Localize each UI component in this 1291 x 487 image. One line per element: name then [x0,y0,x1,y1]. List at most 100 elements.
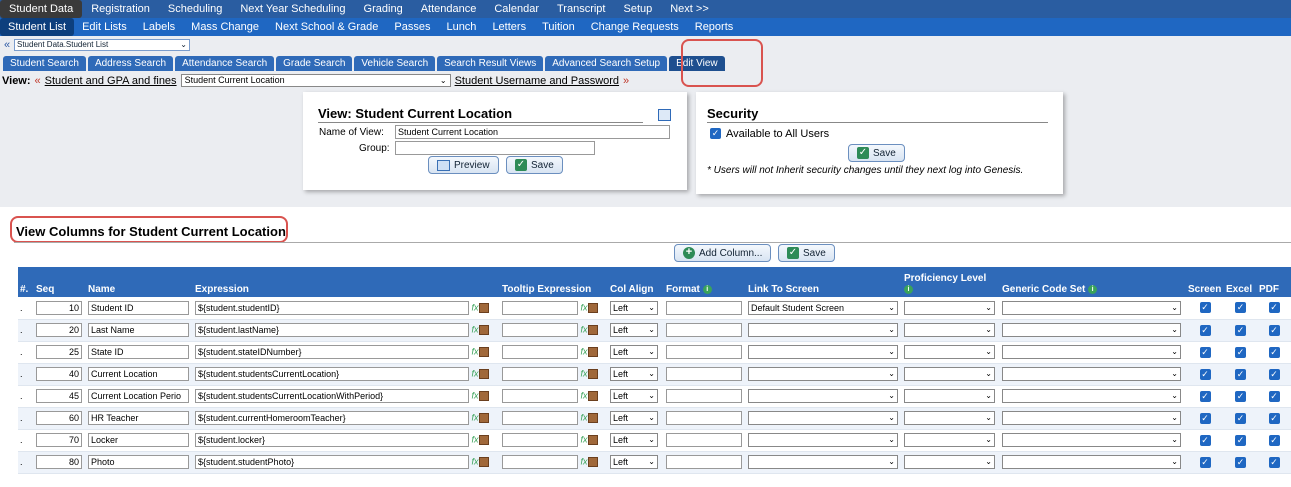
link-select[interactable]: ⌄ [748,345,898,359]
name-input[interactable]: Current Location Perio [88,389,189,403]
tab-advanced-search-setup[interactable]: Advanced Search Setup [545,56,668,71]
group-input[interactable] [395,141,595,155]
box-icon[interactable] [587,413,598,423]
box-icon[interactable] [478,391,489,401]
proficiency-select[interactable]: ⌄ [904,367,995,381]
info-icon[interactable]: i [702,284,712,294]
fx-icon[interactable]: fx [581,434,588,444]
box-icon[interactable] [587,457,598,467]
box-icon[interactable] [478,413,489,423]
expression-input[interactable]: ${student.lastName} [195,323,469,337]
fx-icon[interactable]: fx [472,390,479,400]
align-select[interactable]: Left ⌄ [610,300,658,315]
tab-search-result-views[interactable]: Search Result Views [437,56,544,71]
proficiency-select[interactable]: ⌄ [904,389,995,403]
proficiency-select[interactable]: ⌄ [904,300,995,315]
screen-checkbox[interactable]: ✓ [1199,346,1211,358]
nav-setup[interactable]: Setup [614,0,661,18]
format-input[interactable] [666,389,742,403]
proficiency-select[interactable]: ⌄ [904,455,995,469]
nav-transcript[interactable]: Transcript [548,0,615,18]
calendar-icon[interactable] [658,109,671,121]
screen-checkbox[interactable]: ✓ [1199,368,1211,380]
link-select[interactable]: ⌄ [748,455,898,469]
name-input[interactable]: Student ID [88,300,189,315]
available-checkbox[interactable]: ✓ [710,128,721,139]
generic-code-select[interactable]: ⌄ [1002,433,1181,447]
fx-icon[interactable]: fx [472,368,479,378]
format-input[interactable] [666,345,742,359]
align-select[interactable]: Left ⌄ [610,323,658,337]
prev-view-link[interactable]: Student and GPA and fines [45,75,177,87]
format-input[interactable] [666,367,742,381]
nav-next-year-scheduling[interactable]: Next Year Scheduling [231,0,354,18]
security-save-button[interactable]: ✓ Save [848,144,905,162]
box-icon[interactable] [587,391,598,401]
fx-icon[interactable]: fx [472,456,479,466]
box-icon[interactable] [478,369,489,379]
box-icon[interactable] [587,435,598,445]
seq-input[interactable]: 20 [36,323,82,337]
box-icon[interactable] [587,302,598,313]
fx-icon[interactable]: fx [581,412,588,422]
link-select[interactable]: ⌄ [748,433,898,447]
proficiency-select[interactable]: ⌄ [904,411,995,425]
box-icon[interactable] [478,325,489,335]
generic-code-select[interactable]: ⌄ [1002,455,1181,469]
proficiency-select[interactable]: ⌄ [904,345,995,359]
screen-checkbox[interactable]: ✓ [1199,324,1211,336]
generic-code-select[interactable]: ⌄ [1002,300,1181,315]
proficiency-select[interactable]: ⌄ [904,433,995,447]
box-icon[interactable] [478,302,489,313]
view-save-button[interactable]: ✓ Save [506,156,563,174]
info-icon[interactable]: i [904,284,913,294]
expression-input[interactable]: ${student.currentHomeroomTeacher} [195,411,469,425]
align-select[interactable]: Left ⌄ [610,411,658,425]
pdf-checkbox[interactable]: ✓ [1268,456,1280,468]
name-input[interactable]: Locker [88,433,189,447]
link-select[interactable]: ⌄ [748,367,898,381]
excel-checkbox[interactable]: ✓ [1235,302,1246,314]
view-select[interactable]: Student Current Location ⌄ [180,74,451,87]
expression-input[interactable]: ${student.studentID} [195,300,469,315]
subnav-next-school-grade[interactable]: Next School & Grade [267,18,386,36]
nav-student-data[interactable]: Student Data [0,0,83,18]
expression-input[interactable]: ${student.locker} [195,433,469,447]
excel-checkbox[interactable]: ✓ [1235,324,1246,336]
subnav-student-list[interactable]: Student List [0,18,75,36]
nav-attendance[interactable]: Attendance [412,0,486,18]
name-input[interactable]: State ID [88,345,189,359]
tooltip-input[interactable] [502,345,578,359]
excel-checkbox[interactable]: ✓ [1235,434,1246,446]
fx-icon[interactable]: fx [581,346,588,356]
proficiency-select[interactable]: ⌄ [904,323,995,337]
tab-grade-search[interactable]: Grade Search [276,56,353,71]
fx-icon[interactable]: fx [581,390,588,400]
screen-checkbox[interactable]: ✓ [1199,434,1211,446]
screen-select[interactable]: Student Data.Student List ⌄ [14,39,190,51]
subnav-reports[interactable]: Reports [687,18,742,36]
box-icon[interactable] [587,369,598,379]
align-select[interactable]: Left ⌄ [610,433,658,447]
fx-icon[interactable]: fx [472,324,479,334]
tooltip-input[interactable] [502,455,578,469]
screen-checkbox[interactable]: ✓ [1199,456,1211,468]
fx-icon[interactable]: fx [472,412,479,422]
generic-code-select[interactable]: ⌄ [1002,323,1181,337]
screen-checkbox[interactable]: ✓ [1199,390,1211,402]
subnav-letters[interactable]: Letters [484,18,534,36]
excel-checkbox[interactable]: ✓ [1235,412,1246,424]
align-select[interactable]: Left ⌄ [610,455,658,469]
align-select[interactable]: Left ⌄ [610,389,658,403]
pdf-checkbox[interactable]: ✓ [1268,390,1280,402]
link-select[interactable]: ⌄ [748,389,898,403]
nav-registration[interactable]: Registration [82,0,159,18]
fx-icon[interactable]: fx [472,302,479,312]
tooltip-input[interactable] [502,300,578,315]
format-input[interactable] [666,433,742,447]
align-select[interactable]: Left ⌄ [610,367,658,381]
subnav-labels[interactable]: Labels [135,18,183,36]
seq-input[interactable]: 40 [36,367,82,381]
fx-icon[interactable]: fx [581,368,588,378]
subnav-lunch[interactable]: Lunch [438,18,484,36]
